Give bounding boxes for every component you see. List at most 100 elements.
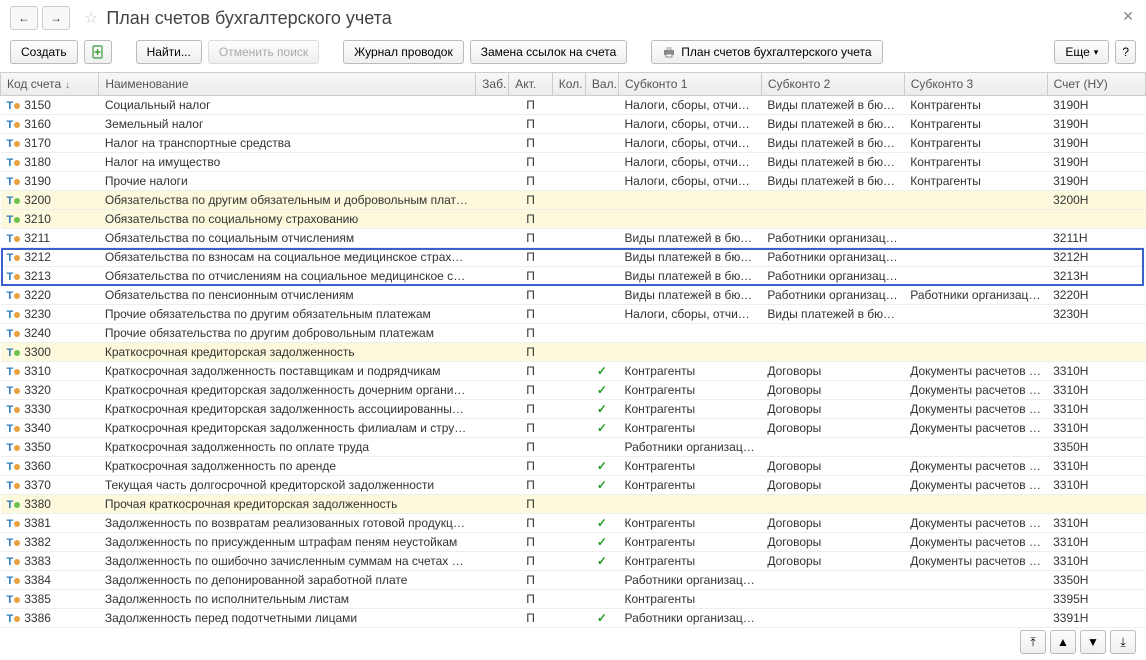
table-row[interactable]: T3150Социальный налогПНалоги, сборы, отч… (1, 95, 1146, 114)
cell-akt: П (509, 513, 552, 532)
col-header-sk2[interactable]: Субконто 2 (761, 73, 904, 95)
table-row[interactable]: T3200Обязательства по другим обязательны… (1, 190, 1146, 209)
table-row[interactable]: T3381Задолженность по возвратам реализов… (1, 513, 1146, 532)
cell-akt: П (509, 285, 552, 304)
table-row[interactable]: T3370Текущая часть долгосрочной кредитор… (1, 475, 1146, 494)
table-row[interactable]: T3230Прочие обязательства по другим обяз… (1, 304, 1146, 323)
more-button[interactable]: Еще▾ (1054, 40, 1109, 64)
close-icon[interactable]: ✕ (1122, 8, 1134, 25)
replace-links-button[interactable]: Замена ссылок на счета (470, 40, 628, 64)
col-header-kol[interactable]: Кол. (552, 73, 585, 95)
create-copy-button[interactable] (84, 40, 112, 64)
cell-nu: 3310Н (1047, 513, 1145, 532)
table-row[interactable]: T3212Обязательства по взносам на социаль… (1, 247, 1146, 266)
table-row[interactable]: T3360Краткосрочная задолженность по арен… (1, 456, 1146, 475)
table-row[interactable]: T3330Краткосрочная кредиторская задолжен… (1, 399, 1146, 418)
cell-name: Налог на транспортные средства (99, 133, 476, 152)
journal-button[interactable]: Журнал проводок (343, 40, 464, 64)
cell-kol (552, 475, 585, 494)
cell-code: T3150 (1, 95, 99, 114)
table-row[interactable]: T3310Краткосрочная задолженность поставщ… (1, 361, 1146, 380)
cell-name: Задолженность по исполнительным листам (99, 589, 476, 608)
cell-sk1: Налоги, сборы, отчисле… (619, 171, 762, 190)
table-row[interactable]: T3383Задолженность по ошибочно зачисленн… (1, 551, 1146, 570)
col-header-sk3[interactable]: Субконто 3 (904, 73, 1047, 95)
cell-name: Обязательства по другим обязательным и д… (99, 190, 476, 209)
cell-val (585, 494, 618, 513)
cell-nu: 3211Н (1047, 228, 1145, 247)
cell-sk2 (761, 589, 904, 608)
cell-val: ✓ (585, 513, 618, 532)
cell-val (585, 152, 618, 171)
cell-name: Обязательства по пенсионным отчислениям (99, 285, 476, 304)
col-header-code[interactable]: Код счета↓ (1, 73, 99, 95)
cell-code: T3384 (1, 570, 99, 589)
help-button[interactable]: ? (1115, 40, 1136, 64)
cell-code: T3160 (1, 114, 99, 133)
table-row[interactable]: T3211Обязательства по социальным отчисле… (1, 228, 1146, 247)
cell-sk3 (904, 190, 1047, 209)
cell-akt: П (509, 608, 552, 627)
col-header-nu[interactable]: Счет (НУ) (1047, 73, 1145, 95)
cell-zab (476, 418, 509, 437)
cell-zab (476, 570, 509, 589)
table-row[interactable]: T3210Обязательства по социальному страхо… (1, 209, 1146, 228)
cell-sk2: Договоры (761, 532, 904, 551)
cell-code: T3350 (1, 437, 99, 456)
cell-akt: П (509, 228, 552, 247)
scroll-down-button[interactable]: ▼ (1080, 630, 1106, 654)
find-button[interactable]: Найти... (136, 40, 202, 64)
cell-code: T3310 (1, 361, 99, 380)
cell-nu: 3391Н (1047, 608, 1145, 627)
table-row[interactable]: T3170Налог на транспортные средстваПНало… (1, 133, 1146, 152)
cell-name: Краткосрочная кредиторская задолженность (99, 342, 476, 361)
col-header-val[interactable]: Вал. (585, 73, 618, 95)
col-header-zab[interactable]: Заб. (476, 73, 509, 95)
table-row[interactable]: T3380Прочая краткосрочная кредиторская з… (1, 494, 1146, 513)
table-row[interactable]: T3340Краткосрочная кредиторская задолжен… (1, 418, 1146, 437)
table-row[interactable]: T3384Задолженность по депонированной зар… (1, 570, 1146, 589)
table-row[interactable]: T3320Краткосрочная кредиторская задолжен… (1, 380, 1146, 399)
cell-sk1: Работники организации (619, 608, 762, 627)
cell-sk3 (904, 494, 1047, 513)
t-account-icon: T (7, 556, 21, 568)
nav-back-button[interactable]: ← (10, 6, 38, 30)
create-button[interactable]: Создать (10, 40, 78, 64)
scroll-up-button[interactable]: ▲ (1050, 630, 1076, 654)
t-account-icon: T (7, 499, 21, 511)
accounts-table[interactable]: Код счета↓ Наименование Заб. Акт. Кол. В… (0, 73, 1146, 628)
t-account-icon: T (7, 366, 21, 378)
t-account-icon: T (7, 233, 21, 245)
col-header-name[interactable]: Наименование (99, 73, 476, 95)
col-header-akt[interactable]: Акт. (509, 73, 552, 95)
table-row[interactable]: T3300Краткосрочная кредиторская задолжен… (1, 342, 1146, 361)
table-row[interactable]: T3386Задолженность перед подотчетными ли… (1, 608, 1146, 627)
table-row[interactable]: T3180Налог на имуществоПНалоги, сборы, о… (1, 152, 1146, 171)
table-row[interactable]: T3190Прочие налогиПНалоги, сборы, отчисл… (1, 171, 1146, 190)
table-row[interactable]: T3213Обязательства по отчислениям на соц… (1, 266, 1146, 285)
table-row[interactable]: T3220Обязательства по пенсионным отчисле… (1, 285, 1146, 304)
scroll-bottom-button[interactable]: ⤓ (1110, 630, 1136, 654)
print-plan-button[interactable]: План счетов бухгалтерского учета (651, 40, 882, 64)
cell-sk2: Договоры (761, 551, 904, 570)
cell-kol (552, 380, 585, 399)
cell-zab (476, 532, 509, 551)
table-row[interactable]: T3160Земельный налогПНалоги, сборы, отчи… (1, 114, 1146, 133)
table-row[interactable]: T3382Задолженность по присужденным штраф… (1, 532, 1146, 551)
table-row[interactable]: T3240Прочие обязательства по другим добр… (1, 323, 1146, 342)
nav-forward-button[interactable]: → (42, 6, 70, 30)
table-row[interactable]: T3385Задолженность по исполнительным лис… (1, 589, 1146, 608)
cell-sk2 (761, 190, 904, 209)
table-row[interactable]: T3350Краткосрочная задолженность по опла… (1, 437, 1146, 456)
t-account-icon: T (7, 594, 21, 606)
col-header-sk1[interactable]: Субконто 1 (619, 73, 762, 95)
scroll-top-button[interactable]: ⤒ (1020, 630, 1046, 654)
triangle-up-icon: ▲ (1057, 635, 1069, 649)
cell-akt: П (509, 95, 552, 114)
cell-sk1 (619, 323, 762, 342)
cell-val (585, 228, 618, 247)
t-account-icon: T (7, 461, 21, 473)
cell-sk3 (904, 608, 1047, 627)
star-icon[interactable]: ☆ (84, 8, 98, 28)
cell-code: T3210 (1, 209, 99, 228)
